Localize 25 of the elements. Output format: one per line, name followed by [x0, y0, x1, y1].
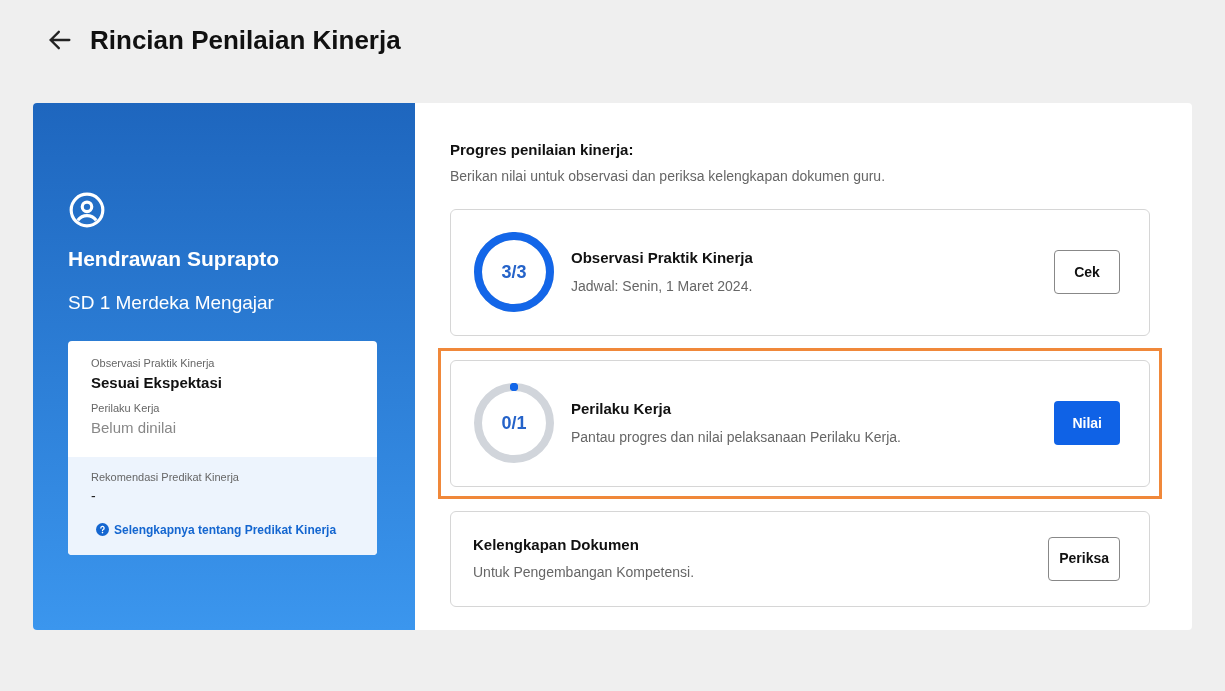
user-avatar-icon — [68, 191, 106, 229]
summary-value: Sesuai Ekspektasi — [91, 372, 223, 393]
teacher-name: Hendrawan Suprapto — [68, 246, 281, 272]
recommendation-value: - — [91, 486, 97, 506]
progress-count: 3/3 — [501, 263, 527, 281]
help-icon — [96, 523, 109, 536]
item-title: Kelengkapan Dokumen — [473, 534, 640, 555]
item-description: Jadwal: Senin, 1 Maret 2024. — [571, 276, 754, 296]
summary-label: Observasi Praktik Kinerja — [91, 356, 216, 371]
progress-count: 0/1 — [501, 414, 527, 432]
recommendation-label: Rekomendasi Predikat Kinerja — [91, 470, 240, 485]
item-description: Untuk Pengembangan Kompetensi. — [473, 563, 696, 583]
item-title: Observasi Praktik Kinerja — [571, 248, 754, 269]
progress-subtitle: Berikan nilai untuk observasi dan periksa kelengkapan dokumen guru. — [450, 166, 887, 186]
item-description: Pantau progres dan nilai pelaksanaan Perilaku Kerja. — [571, 427, 902, 447]
page-title: Rincian Penilaian Kinerja — [90, 23, 401, 57]
item-title: Perilaku Kerja — [571, 399, 673, 420]
action-button[interactable]: Cek — [1054, 250, 1120, 294]
summary-value: Belum dinilai — [91, 417, 178, 438]
predicate-info-link[interactable]: Selengkapnya tentang Predikat Kinerja — [96, 520, 354, 539]
summary-label: Perilaku Kerja — [91, 401, 161, 416]
action-button[interactable]: Nilai — [1054, 401, 1120, 445]
school-name: SD 1 Merdeka Mengajar — [68, 290, 275, 315]
progress-heading: Progres penilaian kinerja: — [450, 140, 635, 160]
action-button[interactable]: Periksa — [1048, 536, 1120, 581]
